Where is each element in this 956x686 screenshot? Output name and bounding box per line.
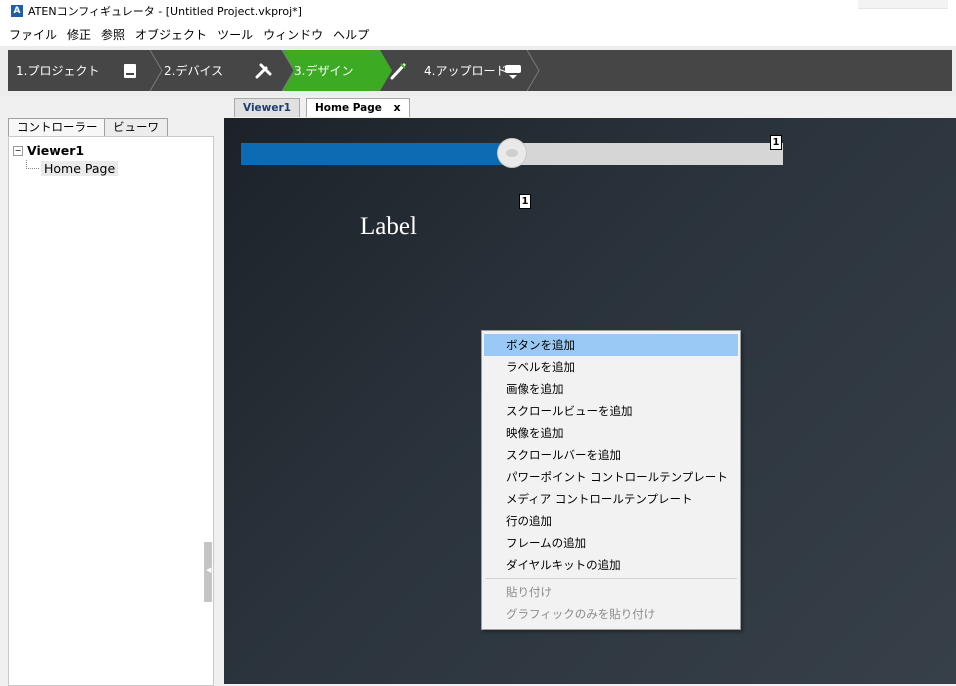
tree-node-viewer1[interactable]: − Viewer1 — [13, 143, 84, 158]
ctx-paste[interactable]: 貼り付け — [484, 581, 738, 603]
ctx-add-dial-kit[interactable]: ダイヤルキットの追加 — [484, 554, 738, 576]
step-device[interactable]: 2.デバイス — [156, 50, 256, 91]
tree-node-home-page[interactable]: Home Page — [26, 160, 119, 176]
step-upload-label: 4.アップロード — [424, 64, 508, 78]
tools-icon — [254, 61, 274, 81]
menu-view[interactable]: 参照 — [96, 26, 130, 43]
slider-fill — [241, 143, 512, 165]
viewer-tree: − Viewer1 Home Page — [8, 136, 214, 686]
tree-node-viewer1-label: Viewer1 — [27, 143, 85, 158]
ctx-add-video[interactable]: 映像を追加 — [484, 422, 738, 444]
slider-thumb[interactable] — [498, 139, 526, 167]
menu-tools[interactable]: ツール — [212, 26, 258, 43]
tab-home-page-label: Home Page — [315, 102, 382, 114]
menu-help[interactable]: ヘルプ — [328, 26, 374, 43]
ctx-add-label[interactable]: ラベルを追加 — [484, 356, 738, 378]
ctx-separator — [485, 578, 737, 579]
tab-home-page[interactable]: Home Page x — [306, 98, 410, 117]
document-tabs: Viewer1 Home Page x — [222, 96, 956, 118]
step-separator — [526, 50, 540, 91]
canvas-label-widget[interactable]: Label — [360, 213, 417, 241]
collapse-icon[interactable]: − — [13, 145, 23, 156]
tab-controller[interactable]: コントローラー — [8, 118, 107, 137]
step-design-label: 3.デザイン — [294, 64, 354, 78]
ctx-add-scrollview[interactable]: スクロールビューを追加 — [484, 400, 738, 422]
ctx-add-scrollbar[interactable]: スクロールバーを追加 — [484, 444, 738, 466]
upload-device-icon — [503, 61, 523, 81]
menu-edit[interactable]: 修正 — [62, 26, 96, 43]
aten-logo-icon: A — [11, 5, 23, 17]
ctx-add-image[interactable]: 画像を追加 — [484, 378, 738, 400]
menu-object[interactable]: オブジェクト — [130, 26, 212, 43]
tab-viewer1[interactable]: Viewer1 — [234, 98, 300, 117]
slider-badge-top: 1 — [770, 135, 782, 150]
context-menu: ボタンを追加 ラベルを追加 画像を追加 スクロールビューを追加 映像を追加 スク… — [481, 330, 741, 630]
title-bar: A ATENコンフィギュレータ - [Untitled Project.vkpr… — [0, 0, 956, 22]
menu-file[interactable]: ファイル — [4, 26, 62, 43]
menu-window[interactable]: ウィンドウ — [258, 26, 328, 43]
ctx-add-button[interactable]: ボタンを追加 — [484, 334, 738, 356]
collapse-arrow-icon: ◀ — [206, 566, 212, 574]
slider-badge-bottom: 1 — [519, 194, 531, 209]
tab-viewer[interactable]: ビューワ — [104, 118, 168, 137]
close-tab-icon[interactable]: x — [394, 101, 401, 114]
ctx-add-row[interactable]: 行の追加 — [484, 510, 738, 532]
brush-icon — [388, 61, 408, 81]
window-controls[interactable] — [858, 0, 948, 9]
window-title: ATENコンフィギュレータ - [Untitled Project.vkproj… — [28, 5, 302, 18]
slider-thumb-grip — [506, 149, 518, 157]
ctx-media-template[interactable]: メディア コントロールテンプレート — [484, 488, 738, 510]
ctx-paste-graphic-only[interactable]: グラフィックのみを貼り付け — [484, 603, 738, 625]
step-device-label: 2.デバイス — [164, 64, 224, 78]
step-design[interactable]: 3.デザイン — [286, 50, 386, 91]
ctx-powerpoint-template[interactable]: パワーポイント コントロールテンプレート — [484, 466, 738, 488]
step-toolbar-strip: 1.プロジェクト 2.デバイス 3.デザイン 4.アップロード — [8, 50, 952, 91]
menu-bar: ファイル 修正 参照 オブジェクト ツール ウィンドウ ヘルプ — [0, 22, 956, 46]
tree-node-home-page-label: Home Page — [41, 161, 119, 176]
tab-viewer1-label: Viewer1 — [243, 102, 291, 114]
ctx-add-frame[interactable]: フレームの追加 — [484, 532, 738, 554]
step-toolbar: 1.プロジェクト 2.デバイス 3.デザイン 4.アップロード — [0, 46, 956, 96]
tree-connector — [26, 160, 39, 169]
left-panel: コントローラー ビューワ − Viewer1 Home Page ◀ — [0, 96, 222, 686]
step-project-label: 1.プロジェクト — [16, 64, 100, 78]
slider-widget[interactable] — [241, 139, 783, 167]
device-icon — [120, 61, 140, 81]
